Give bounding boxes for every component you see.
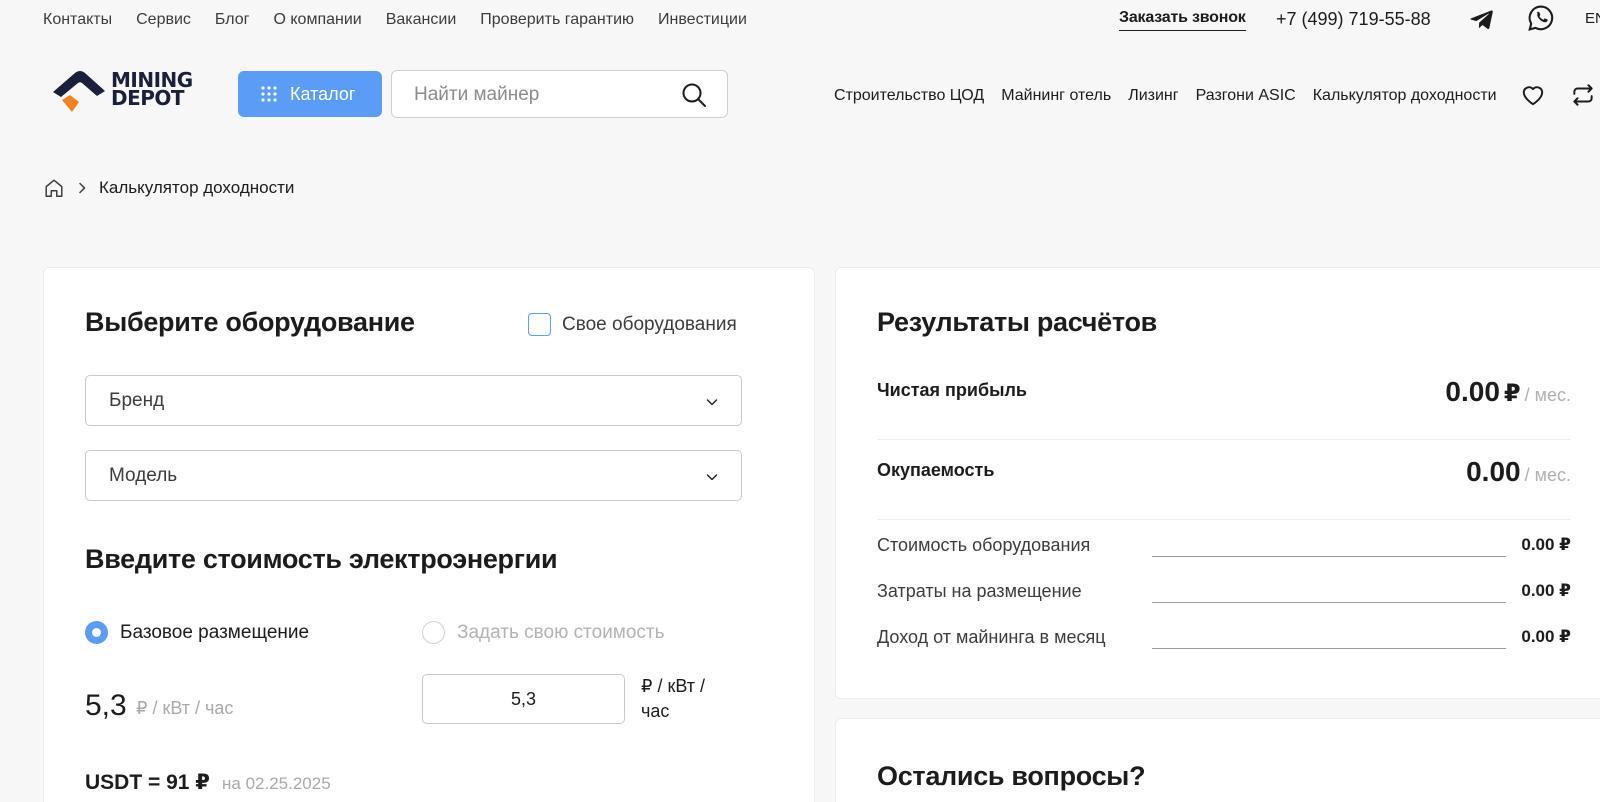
- mining-income-value: 0.00 ₽: [1521, 627, 1571, 646]
- phone-number[interactable]: +7 (499) 719-55-88: [1276, 9, 1431, 29]
- questions-title: Остались вопросы?: [877, 761, 1146, 791]
- search-icon[interactable]: [681, 82, 707, 108]
- leader-line: [1152, 602, 1506, 603]
- top-nav: Контакты Сервис Блог О компании Вакансии…: [43, 10, 771, 30]
- nav-overclock[interactable]: Разгони ASIC: [1196, 86, 1296, 106]
- model-select-value: Модель: [109, 465, 178, 486]
- radio-selected[interactable]: [85, 621, 108, 644]
- language-switch[interactable]: EN: [1585, 9, 1600, 29]
- radio-base-placement[interactable]: Базовое размещение: [85, 621, 309, 644]
- results-title: Результаты расчётов: [877, 307, 1157, 337]
- breadcrumb-current: Калькулятор доходности: [99, 178, 295, 197]
- top-link-warranty[interactable]: Проверить гарантию: [480, 10, 634, 30]
- top-link-about[interactable]: О компании: [273, 10, 361, 30]
- mining-income-label: Доход от майнинга в месяц: [877, 627, 1106, 647]
- catalog-label: Каталог: [290, 83, 356, 104]
- logo[interactable]: MINING DEPOT: [53, 70, 213, 114]
- questions-card: Остались вопросы?: [835, 718, 1600, 802]
- radio-unselected[interactable]: [422, 621, 445, 644]
- search-input[interactable]: [414, 83, 664, 107]
- equipment-cost-row: Стоимость оборудования 0.00 ₽: [877, 535, 1571, 559]
- payback-value: 0.00 / мес.: [1466, 456, 1571, 487]
- mining-income-row: Доход от майнинга в месяц 0.00 ₽: [877, 627, 1571, 651]
- chevron-down-icon: [706, 399, 718, 406]
- top-link-service[interactable]: Сервис: [136, 10, 191, 30]
- results-card: Результаты расчётов Чистая прибыль 0.00 …: [835, 267, 1600, 699]
- brand-select-value: Бренд: [109, 390, 165, 411]
- placement-cost-value: 0.00 ₽: [1521, 581, 1571, 600]
- usdt-rate-date: на 02.25.2025: [222, 774, 331, 793]
- radio-base-label: Базовое размещение: [120, 621, 310, 643]
- logo-wordmark: MINING DEPOT: [111, 68, 193, 110]
- breadcrumb: Калькулятор доходности: [43, 176, 294, 200]
- base-price-value: 5,3: [85, 689, 127, 722]
- logo-mark-icon: [53, 71, 105, 112]
- chevron-down-icon: [706, 474, 718, 481]
- leader-line: [1152, 556, 1506, 557]
- payback-label: Окупаемость: [877, 460, 995, 480]
- base-price-unit: ₽ / кВт / час: [136, 698, 234, 718]
- divider: [877, 519, 1571, 520]
- net-profit-row: Чистая прибыль 0.00 ₽ / мес.: [877, 376, 1571, 412]
- top-bar: Контакты Сервис Блог О компании Вакансии…: [0, 0, 1600, 40]
- radio-custom-label: Задать свою стоимость: [457, 621, 665, 643]
- heart-icon[interactable]: [1520, 82, 1546, 108]
- price-input[interactable]: [422, 674, 625, 724]
- radio-custom-price[interactable]: Задать свою стоимость: [422, 621, 665, 644]
- brand-select[interactable]: Бренд: [85, 375, 742, 426]
- callback-link[interactable]: Заказать звонок: [1119, 8, 1246, 31]
- divider: [877, 439, 1571, 440]
- top-link-vacancies[interactable]: Вакансии: [386, 10, 457, 30]
- checkbox[interactable]: [528, 313, 551, 336]
- model-select[interactable]: Модель: [85, 450, 742, 501]
- equipment-card: Выберите оборудование Свое оборудования …: [43, 267, 815, 802]
- placement-cost-label: Затраты на размещение: [877, 581, 1082, 601]
- nav-leasing[interactable]: Лизинг: [1128, 86, 1178, 106]
- main-nav: Строительство ЦОД Майнинг отель Лизинг Р…: [834, 86, 1514, 106]
- placement-cost-row: Затраты на размещение 0.00 ₽: [877, 581, 1571, 605]
- grid-icon: [261, 86, 277, 102]
- payback-row: Окупаемость 0.00 / мес.: [877, 456, 1571, 492]
- chevron-right-icon: [79, 182, 86, 194]
- nav-datacenter[interactable]: Строительство ЦОД: [834, 86, 984, 106]
- whatsapp-icon[interactable]: [1527, 4, 1555, 32]
- net-profit-value: 0.00 ₽ / мес.: [1445, 376, 1571, 407]
- nav-calculator[interactable]: Калькулятор доходности: [1313, 86, 1497, 106]
- usdt-rate: USDT = 91 ₽: [85, 771, 210, 794]
- custom-equipment-checkbox[interactable]: Свое оборудования: [528, 313, 737, 336]
- top-link-contacts[interactable]: Контакты: [43, 10, 112, 30]
- telegram-icon[interactable]: [1469, 6, 1495, 32]
- top-link-investments[interactable]: Инвестиции: [658, 10, 747, 30]
- search-box: [391, 70, 728, 118]
- catalog-button[interactable]: Каталог: [238, 71, 382, 117]
- custom-equipment-label: Свое оборудования: [562, 313, 737, 335]
- electricity-title: Введите стоимость электроэнергии: [85, 544, 558, 574]
- compare-icon[interactable]: [1570, 82, 1596, 108]
- nav-mining-hotel[interactable]: Майнинг отель: [1001, 86, 1111, 106]
- top-link-blog[interactable]: Блог: [215, 10, 250, 30]
- leader-line: [1152, 648, 1506, 649]
- home-icon[interactable]: [43, 177, 65, 199]
- price-input-unit: ₽ / кВт / час: [641, 676, 705, 721]
- equipment-cost-label: Стоимость оборудования: [877, 535, 1091, 555]
- equipment-cost-value: 0.00 ₽: [1521, 535, 1571, 554]
- net-profit-label: Чистая прибыль: [877, 380, 1027, 400]
- equipment-title: Выберите оборудование: [85, 307, 415, 337]
